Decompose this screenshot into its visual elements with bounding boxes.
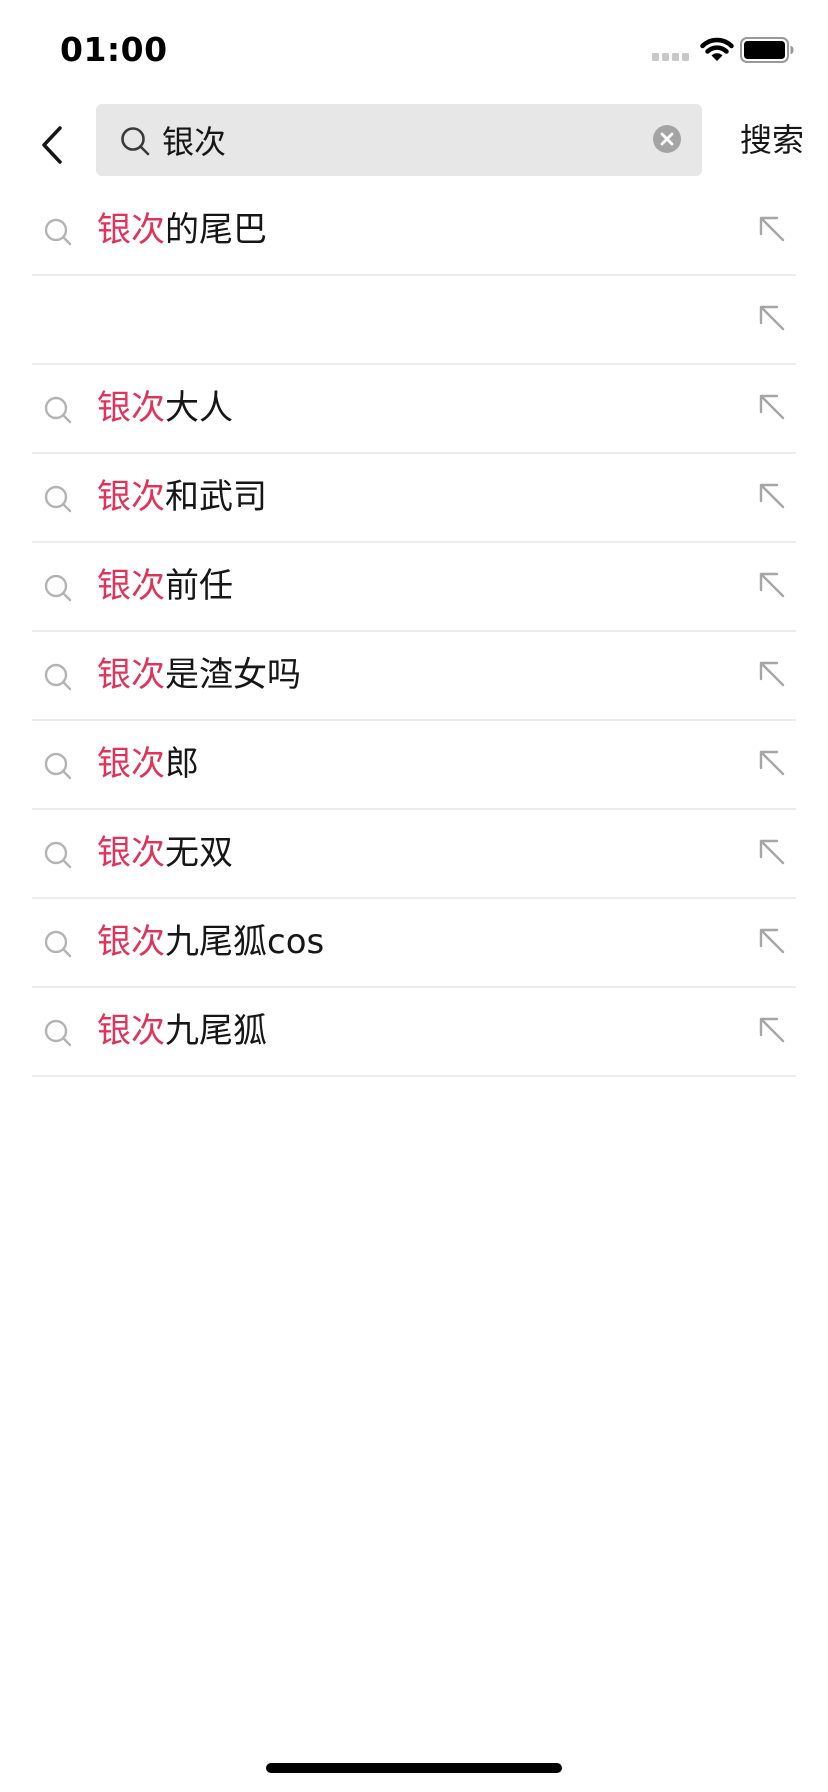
arrow-up-left-icon[interactable] [756,569,788,601]
home-indicator[interactable] [266,1763,562,1773]
battery-icon [740,37,794,63]
suggestion-text: 银次九尾狐cos [97,899,324,986]
suggestion-highlight: 银次 [97,566,165,606]
suggestion-highlight: 银次 [97,922,165,962]
suggestion-item[interactable]: 银次前任 [32,543,796,632]
suggestion-item[interactable]: 银次九尾狐cos [32,899,796,988]
search-icon [44,930,72,958]
suggestion-rest: 的尾巴 [165,210,267,250]
suggestion-text: 银次无双 [97,810,233,897]
suggestion-text: 银次是渣女吗 [97,632,301,719]
suggestion-highlight: 银次 [97,210,165,250]
search-icon [121,127,150,156]
search-input[interactable] [162,104,632,176]
suggestion-rest: 大人 [165,388,233,428]
suggestion-text: 银次和武司 [97,454,267,541]
suggestion-rest: 九尾狐cos [165,922,325,962]
suggestion-item[interactable]: 银次郎 [32,721,796,810]
search-icon [44,841,72,869]
search-header: 搜索 [0,100,828,190]
suggestion-rest: 前任 [165,566,233,606]
chevron-left-icon [42,126,62,164]
suggestion-item[interactable]: 银次的尾巴 [32,187,796,276]
search-icon [44,485,72,513]
arrow-up-left-icon[interactable] [756,213,788,245]
status-time: 01:00 [60,30,168,69]
suggestion-item[interactable]: 银次是渣女吗 [32,632,796,721]
suggestion-item[interactable]: 银次大人 [32,365,796,454]
arrow-up-left-icon[interactable] [756,836,788,868]
arrow-up-left-icon[interactable] [756,302,788,334]
search-icon [44,218,72,246]
suggestion-highlight: 银次 [97,833,165,873]
suggestion-rest: 九尾狐 [165,1011,267,1051]
arrow-up-left-icon[interactable] [756,925,788,957]
arrow-up-left-icon[interactable] [756,747,788,779]
status-bar: 01:00 [0,0,828,100]
suggestion-item[interactable]: 银次和武司 [32,454,796,543]
arrow-up-left-icon[interactable] [756,391,788,423]
back-button[interactable] [30,116,80,174]
search-icon [44,752,72,780]
search-icon [44,396,72,424]
search-submit-button[interactable]: 搜索 [716,100,828,180]
suggestion-text: 银次前任 [97,543,233,630]
clear-circle-icon[interactable] [652,124,682,154]
search-icon [44,574,72,602]
suggestion-item[interactable]: 银次无双 [32,810,796,899]
search-icon [44,663,72,691]
search-box[interactable] [96,104,702,176]
arrow-up-left-icon[interactable] [756,1014,788,1046]
suggestion-highlight: 银次 [97,1011,165,1051]
suggestion-text: 银次九尾狐 [97,988,267,1075]
suggestion-rest: 和武司 [165,477,267,517]
suggestion-rest: 郎 [165,744,199,784]
suggestion-text: 银次的尾巴 [97,187,267,274]
suggestion-highlight: 银次 [97,655,165,695]
suggestion-rest: 无双 [165,833,233,873]
suggestion-rest: 是渣女吗 [165,655,301,695]
suggestion-highlight: 银次 [97,744,165,784]
suggestion-text: 银次大人 [97,365,233,452]
arrow-up-left-icon[interactable] [756,658,788,690]
suggestion-item[interactable]: 银次九尾狐 [32,988,796,1077]
arrow-up-left-icon[interactable] [756,480,788,512]
suggestion-item[interactable] [32,276,796,365]
wifi-icon [700,37,734,61]
suggestion-text: 银次郎 [97,721,199,808]
cellular-signal-icon [652,53,689,61]
search-icon [44,1019,72,1047]
suggestion-list: 银次的尾巴 银次大人 银次和武司 银次前任 银次是渣女吗 银次郎 银次无双 银次… [32,187,796,1077]
suggestion-highlight: 银次 [97,477,165,517]
suggestion-highlight: 银次 [97,388,165,428]
